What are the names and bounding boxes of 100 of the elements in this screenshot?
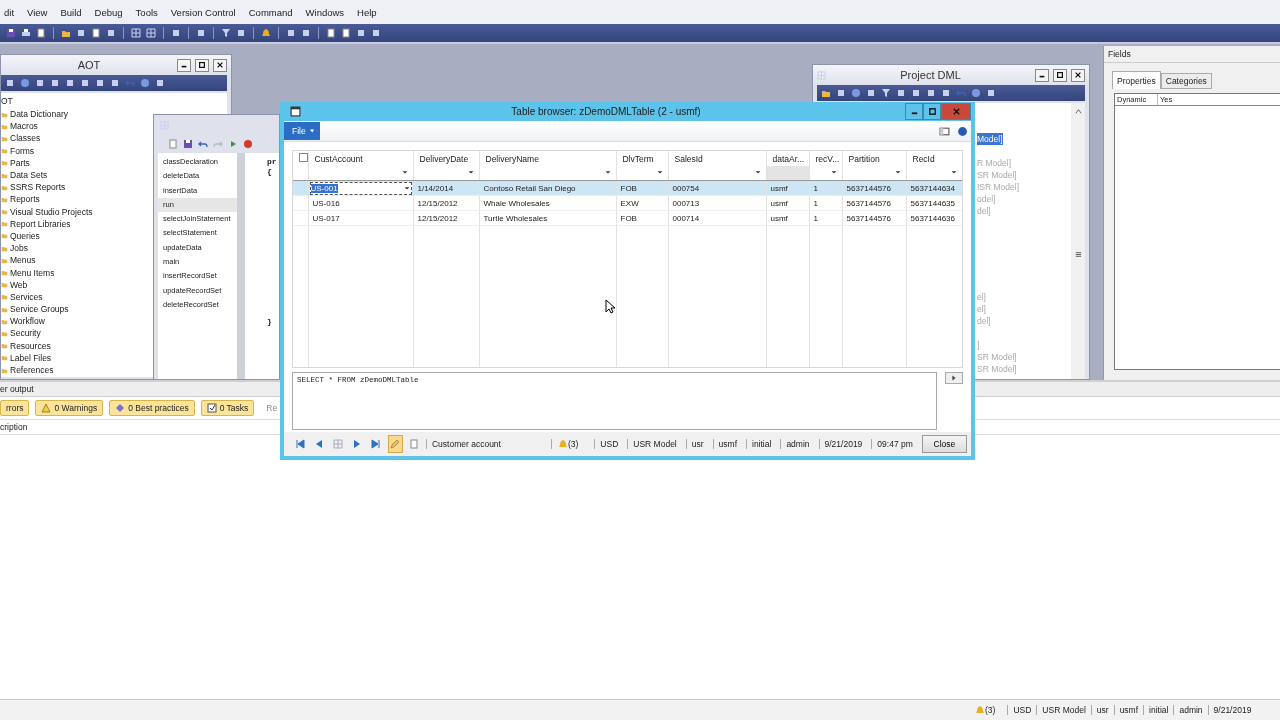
folder-tool[interactable] bbox=[821, 88, 831, 98]
menu-item[interactable]: Tools bbox=[135, 6, 167, 18]
filter-button[interactable]: 0 Tasks bbox=[200, 400, 255, 416]
alerts-indicator[interactable]: (3) bbox=[975, 705, 1008, 715]
grid-icon bbox=[131, 28, 141, 38]
filter-tool[interactable] bbox=[881, 88, 891, 98]
tree-item[interactable]: References bbox=[10, 365, 54, 376]
tree-item[interactable]: Report Libraries bbox=[10, 218, 71, 229]
filter-button[interactable]: 0 Best practices bbox=[109, 400, 195, 416]
filter-field[interactable] bbox=[308, 166, 413, 181]
tree-root[interactable]: OT bbox=[1, 96, 227, 108]
printer-tool[interactable] bbox=[21, 28, 31, 38]
code-line: } bbox=[267, 317, 273, 327]
close-button[interactable]: Close bbox=[921, 435, 967, 453]
globe-tool[interactable] bbox=[851, 88, 861, 98]
tree-item[interactable]: Classes bbox=[10, 133, 41, 144]
tree-item[interactable]: Label Files bbox=[10, 352, 52, 363]
minimize-button[interactable] bbox=[905, 103, 923, 120]
square-tool[interactable] bbox=[171, 28, 181, 38]
folder-tool[interactable] bbox=[61, 28, 71, 38]
tree-item[interactable]: Forms bbox=[10, 145, 35, 156]
filter-field[interactable] bbox=[766, 166, 809, 181]
tree-item[interactable]: Workflow bbox=[10, 316, 45, 327]
disk-tool[interactable] bbox=[6, 28, 16, 38]
maximize-button[interactable] bbox=[923, 103, 941, 120]
tab[interactable]: Properties bbox=[1112, 71, 1161, 89]
tree-item[interactable]: Services bbox=[10, 291, 43, 302]
tree-item[interactable]: Parts bbox=[10, 157, 30, 168]
tree-item[interactable]: Menu Items bbox=[10, 267, 55, 278]
square-icon bbox=[76, 28, 86, 38]
tree-item[interactable]: SSRS Reports bbox=[10, 182, 66, 193]
square-tool[interactable] bbox=[836, 88, 846, 98]
caret-icon bbox=[466, 168, 475, 176]
square-tool[interactable] bbox=[236, 28, 246, 38]
square-tool[interactable] bbox=[5, 78, 15, 88]
grid-tool[interactable] bbox=[146, 28, 156, 38]
maximize-button[interactable] bbox=[195, 58, 209, 72]
bell-tool[interactable] bbox=[261, 28, 271, 38]
document-tool[interactable] bbox=[91, 28, 101, 38]
menu-item[interactable]: Debug bbox=[94, 6, 132, 18]
tree-item[interactable]: Jobs bbox=[10, 243, 28, 254]
tree-item[interactable]: Queries bbox=[10, 230, 40, 241]
menu-item[interactable]: View bbox=[27, 6, 57, 18]
globe-tool[interactable] bbox=[140, 78, 150, 88]
menu-item[interactable]: Build bbox=[60, 6, 91, 18]
disk-tool[interactable] bbox=[183, 139, 193, 149]
close-button[interactable] bbox=[213, 58, 227, 72]
tree-item[interactable]: Visual Studio Projects bbox=[10, 206, 93, 217]
menu-item[interactable]: Version Control bbox=[170, 6, 245, 18]
filter-button[interactable]: rrors bbox=[0, 400, 30, 416]
undo-tool[interactable] bbox=[198, 139, 208, 149]
file-menu-button[interactable]: File bbox=[284, 122, 320, 140]
menu-item[interactable]: Help bbox=[357, 6, 386, 18]
input-field[interactable]: US-001 bbox=[309, 181, 412, 195]
filter-field[interactable] bbox=[668, 166, 766, 181]
filter-field[interactable] bbox=[842, 166, 906, 181]
tree-item[interactable]: Resources bbox=[10, 340, 51, 351]
edit-mode-button[interactable] bbox=[387, 435, 403, 453]
grid-tool[interactable] bbox=[131, 28, 141, 38]
tree-item[interactable]: Reports bbox=[10, 194, 40, 205]
record-tool[interactable] bbox=[243, 139, 253, 149]
filter-field[interactable] bbox=[809, 166, 842, 181]
project-item[interactable]: Model] bbox=[977, 133, 1003, 145]
globe-icon bbox=[851, 88, 861, 98]
tree-item[interactable]: Macros bbox=[10, 121, 38, 132]
tree-item[interactable]: Data Sets bbox=[10, 170, 48, 181]
tree-item[interactable]: Menus bbox=[10, 255, 36, 266]
document-tool[interactable] bbox=[36, 28, 46, 38]
play-tool[interactable] bbox=[228, 139, 238, 149]
tree-item[interactable]: Web bbox=[10, 279, 28, 290]
tab[interactable]: Categories bbox=[1160, 73, 1212, 89]
square-tool[interactable] bbox=[155, 78, 165, 88]
run-query-button[interactable] bbox=[945, 372, 963, 384]
filter-field[interactable] bbox=[413, 166, 479, 181]
alerts-indicator[interactable]: (3) bbox=[550, 439, 591, 449]
globe-tool[interactable] bbox=[20, 78, 30, 88]
maximize-button[interactable] bbox=[1053, 68, 1067, 82]
tree-item[interactable]: Security bbox=[10, 328, 41, 339]
checkbox[interactable] bbox=[299, 153, 308, 162]
square-tool[interactable] bbox=[106, 28, 116, 38]
filter-field[interactable] bbox=[479, 166, 616, 181]
square-tool[interactable] bbox=[76, 28, 86, 38]
menu-item[interactable]: dit bbox=[4, 6, 24, 18]
square-tool[interactable] bbox=[866, 88, 876, 98]
menu-item[interactable]: Command bbox=[248, 6, 302, 18]
tree-item[interactable]: Service Groups bbox=[10, 304, 69, 315]
close-button[interactable] bbox=[1071, 68, 1085, 82]
filter-button[interactable]: 0 Warnings bbox=[35, 400, 104, 416]
document-icon bbox=[409, 439, 420, 449]
globe-tool[interactable] bbox=[971, 88, 981, 98]
menu-item[interactable]: Windows bbox=[305, 6, 354, 18]
filter-field[interactable] bbox=[906, 166, 962, 181]
square-tool[interactable] bbox=[986, 88, 996, 98]
filter-tool[interactable] bbox=[221, 28, 231, 38]
warning-icon bbox=[41, 403, 52, 413]
tree-item[interactable]: Data Dictionary bbox=[10, 109, 69, 120]
square-tool[interactable] bbox=[196, 28, 206, 38]
scrollbar[interactable] bbox=[1071, 103, 1085, 379]
square-icon bbox=[196, 28, 206, 38]
filter-field[interactable] bbox=[616, 166, 668, 181]
